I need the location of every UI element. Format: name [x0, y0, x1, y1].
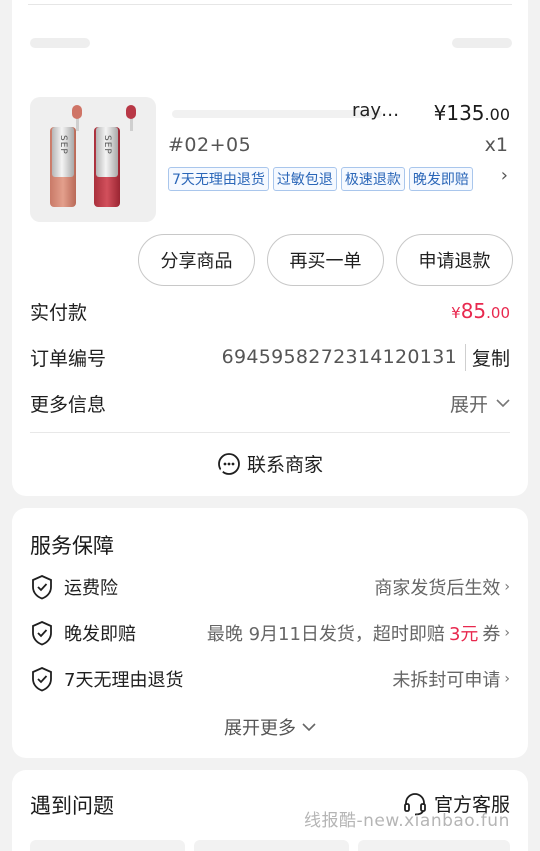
paid-row: 实付款 ¥85.00: [30, 296, 510, 326]
issue-option-placeholder[interactable]: [30, 840, 185, 851]
product-image[interactable]: SEP SEP: [30, 97, 156, 222]
more-info-label: 更多信息: [30, 393, 107, 416]
share-button[interactable]: 分享商品: [138, 234, 255, 286]
issue-option-placeholder[interactable]: [194, 840, 349, 851]
tag-late-ship-compensation: 晚发即赔: [408, 167, 473, 191]
brand-letters-right: SEP: [102, 135, 112, 155]
service-desc-suffix: 券: [482, 624, 501, 645]
service-tags[interactable]: 7天无理由退货 过敏包退 极速退款 晚发即赔: [168, 167, 473, 191]
issue-option-placeholder[interactable]: [358, 840, 510, 851]
order-number: 6945958272314120131: [221, 346, 457, 368]
tag-7day-return: 7天无理由退货: [168, 167, 269, 191]
applicator-left: [72, 105, 82, 119]
applicator-right: [126, 105, 136, 119]
expand-more-button[interactable]: 展开更多: [12, 714, 528, 740]
blurred-store-name: [30, 38, 90, 48]
paid-symbol: ¥: [451, 304, 461, 322]
expand-more-label: 展开更多: [224, 718, 296, 739]
refund-button[interactable]: 申请退款: [396, 234, 513, 286]
expand-label[interactable]: 展开: [450, 390, 488, 417]
tag-allergy-refund: 过敏包退: [272, 167, 337, 191]
blurred-status: [452, 38, 512, 48]
copy-button[interactable]: 复制: [464, 343, 510, 371]
blurred-product-title: [172, 110, 382, 118]
chevron-right-icon: ›: [504, 625, 510, 641]
brand-letters-left: SEP: [58, 135, 68, 155]
service-name: 运费险: [64, 578, 118, 599]
issues-title: 遇到问题: [30, 794, 114, 818]
product-spec: #02+05: [168, 134, 252, 156]
shield-check-icon: [32, 621, 52, 646]
shield-check-icon: [32, 667, 52, 692]
product-quantity: x1: [484, 134, 508, 156]
chevron-down-icon: [496, 398, 510, 407]
service-name: 7天无理由退货: [64, 670, 184, 691]
tag-fast-refund: 极速退款: [340, 167, 405, 191]
service-name: 晚发即赔: [64, 624, 136, 645]
chevron-right-icon: ›: [504, 579, 510, 595]
chevron-right-icon[interactable]: ›: [501, 165, 508, 186]
compensation-amount: 3元: [448, 624, 479, 645]
chat-bubble-icon: [218, 452, 240, 475]
paid-amount: ¥85.00: [451, 299, 510, 323]
order-number-label: 订单编号: [30, 347, 107, 370]
service-desc-prefix: 最晚 9月11日发货，超时即赔: [206, 624, 445, 645]
divider: [30, 432, 510, 433]
service-desc: 商家发货后生效: [374, 578, 501, 599]
chevron-down-icon: [302, 722, 316, 731]
paid-decimal: .00: [486, 304, 510, 322]
product-price: ¥135.00: [434, 101, 510, 125]
more-info-row[interactable]: 更多信息 展开: [30, 388, 510, 418]
shield-check-icon: [32, 575, 52, 600]
rebuy-button[interactable]: 再买一单: [267, 234, 384, 286]
top-divider: [28, 4, 512, 5]
price-symbol: ¥: [433, 101, 447, 125]
price-decimal: .00: [484, 105, 510, 124]
service-card: 服务保障 运费险 商家发货后生效 › 晚发即赔 最晚 9月11日发货，超时即赔 3元…: [12, 508, 528, 758]
service-item-7day-return[interactable]: 7天无理由退货 未拆封可申请 ›: [30, 664, 510, 694]
chevron-right-icon: ›: [504, 671, 510, 687]
service-item-shipping-insurance[interactable]: 运费险 商家发货后生效 ›: [30, 572, 510, 602]
paid-integer: 85: [460, 299, 487, 323]
service-title: 服务保障: [30, 534, 114, 558]
contact-merchant-button[interactable]: 联系商家: [12, 450, 528, 477]
product-title[interactable]: ray…: [352, 100, 399, 121]
price-integer: 135: [446, 101, 485, 125]
order-number-row: 订单编号 6945958272314120131 复制: [30, 342, 510, 372]
order-card: SEP SEP ray… ¥135.00 #02+05 x1 7天无理由退货 过…: [12, 0, 528, 496]
service-desc: 未拆封可申请: [392, 670, 501, 691]
contact-merchant-label: 联系商家: [246, 454, 323, 476]
watermark-text: 线报酷-new.xianbao.fun: [304, 811, 510, 831]
service-item-late-shipping[interactable]: 晚发即赔 最晚 9月11日发货，超时即赔 3元券 ›: [30, 618, 510, 648]
paid-label: 实付款: [30, 301, 88, 324]
action-buttons: 分享商品 再买一单 申请退款: [138, 234, 513, 286]
